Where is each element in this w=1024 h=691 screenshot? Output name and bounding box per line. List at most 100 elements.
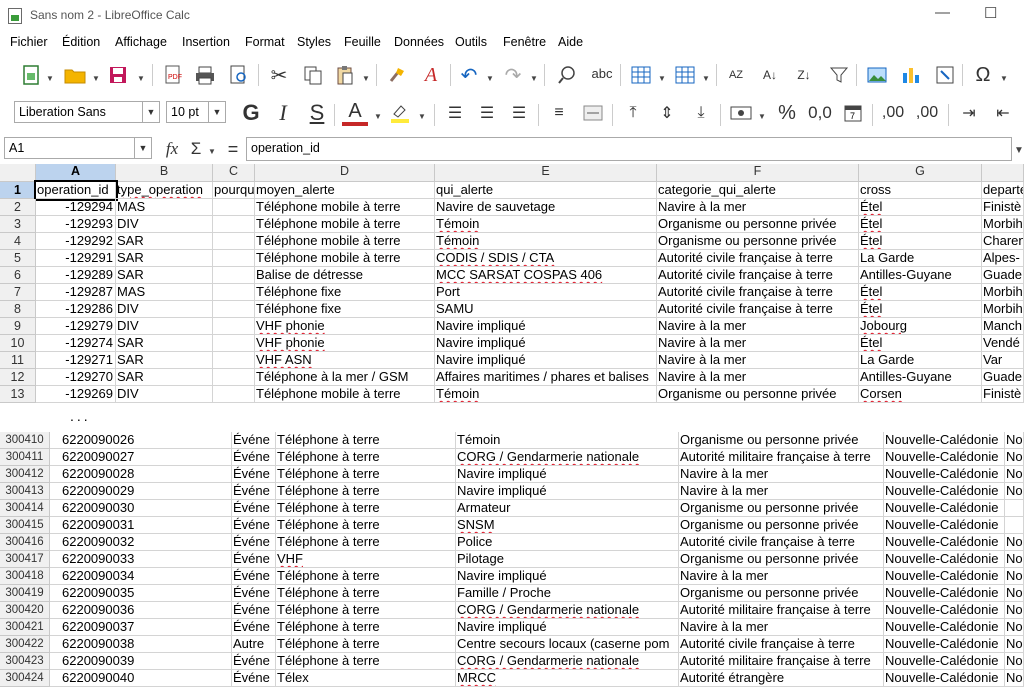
menu-donnees[interactable]: Données: [394, 35, 444, 49]
align-middle-icon[interactable]: ⇕: [654, 100, 680, 126]
row-header[interactable]: 6: [0, 267, 36, 284]
spreadsheet-grid-bottom[interactable]: 300410 6220090026 Événe Téléphone à terre Té…: [0, 432, 1024, 691]
cell-g300411[interactable]: Nouvelle-Calédonie: [884, 449, 1005, 466]
cell-d300420[interactable]: Téléphone à terre: [276, 602, 456, 619]
print-icon[interactable]: [192, 62, 218, 88]
cell-d300412[interactable]: Téléphone à terre: [276, 466, 456, 483]
cell-e300416[interactable]: Police: [456, 534, 679, 551]
cell-f4[interactable]: Organisme ou personne privée: [657, 233, 859, 250]
chart-icon[interactable]: [898, 62, 924, 88]
cell-a4[interactable]: -129292: [36, 233, 116, 250]
cell-d5[interactable]: Téléphone mobile à terre: [255, 250, 435, 267]
chevron-down-icon[interactable]: ▼: [137, 74, 145, 83]
sort-icon[interactable]: AZ: [722, 62, 750, 88]
cell-f300422[interactable]: Autorité civile française à terre: [679, 636, 884, 653]
align-right-icon[interactable]: ☰: [506, 100, 532, 126]
font-name-box[interactable]: Liberation Sans ▼: [14, 101, 160, 123]
chevron-down-icon[interactable]: ▼: [530, 74, 538, 83]
cell-a300411[interactable]: 6220090027: [50, 449, 232, 466]
cell-e11[interactable]: Navire impliqué: [435, 352, 657, 369]
cell-e300421[interactable]: Navire impliqué: [456, 619, 679, 636]
cell-g300414[interactable]: Nouvelle-Calédonie: [884, 500, 1005, 517]
cell-a12[interactable]: -129270: [36, 369, 116, 386]
row-header[interactable]: 10: [0, 335, 36, 352]
cell-e8[interactable]: SAMU: [435, 301, 657, 318]
cell-d10[interactable]: VHF phonie: [255, 335, 435, 352]
cell-c12[interactable]: [213, 369, 255, 386]
chevron-down-icon[interactable]: ▼: [486, 74, 494, 83]
image-icon[interactable]: [864, 62, 890, 88]
cell-g9[interactable]: Jobourg: [859, 318, 982, 335]
row-icon[interactable]: [628, 62, 654, 88]
cell-f300419[interactable]: Organisme ou personne privée: [679, 585, 884, 602]
cell-g300416[interactable]: Nouvelle-Calédonie: [884, 534, 1005, 551]
cell-d300414[interactable]: Téléphone à terre: [276, 500, 456, 517]
cell-c3[interactable]: [213, 216, 255, 233]
cell-h3[interactable]: Morbih: [982, 216, 1024, 233]
row-header[interactable]: 300421: [0, 619, 50, 636]
cell-h300417[interactable]: No: [1005, 551, 1024, 568]
formula-input[interactable]: operation_id: [246, 137, 1012, 161]
cell-f13[interactable]: Organisme ou personne privée: [657, 386, 859, 403]
row-header[interactable]: 13: [0, 386, 36, 403]
cell-a300418[interactable]: 6220090034: [50, 568, 232, 585]
row-header[interactable]: 300420: [0, 602, 50, 619]
cell-e300415[interactable]: SNSM: [456, 517, 679, 534]
cell-d300423[interactable]: Téléphone à terre: [276, 653, 456, 670]
cell-h300416[interactable]: No: [1005, 534, 1024, 551]
cell-h300415[interactable]: [1005, 517, 1024, 534]
chevron-down-icon[interactable]: ▼: [1000, 74, 1008, 83]
cell-g300422[interactable]: Nouvelle-Calédonie: [884, 636, 1005, 653]
cell-d300411[interactable]: Téléphone à terre: [276, 449, 456, 466]
cell-a1[interactable]: operation_id: [34, 180, 118, 201]
redo-icon[interactable]: ↷: [500, 62, 526, 88]
cell-e12[interactable]: Affaires maritimes / phares et balises: [435, 369, 657, 386]
cell-d300419[interactable]: Téléphone à terre: [276, 585, 456, 602]
cell-e300420[interactable]: CORG / Gendarmerie nationale: [456, 602, 679, 619]
cell-c5[interactable]: [213, 250, 255, 267]
cell-h300410[interactable]: No: [1005, 432, 1024, 449]
column-header-c[interactable]: C: [213, 164, 255, 182]
cell-f5[interactable]: Autorité civile française à terre: [657, 250, 859, 267]
row-header[interactable]: 8: [0, 301, 36, 318]
cell-g12[interactable]: Antilles-Guyane: [859, 369, 982, 386]
cell-b10[interactable]: SAR: [116, 335, 213, 352]
cell-a300412[interactable]: 6220090028: [50, 466, 232, 483]
cell-c10[interactable]: [213, 335, 255, 352]
cell-c300415[interactable]: Événe: [232, 517, 276, 534]
cell-c8[interactable]: [213, 301, 255, 318]
cell-a300420[interactable]: 6220090036: [50, 602, 232, 619]
row-header[interactable]: 7: [0, 284, 36, 301]
cell-e7[interactable]: Port: [435, 284, 657, 301]
cell-g300421[interactable]: Nouvelle-Calédonie: [884, 619, 1005, 636]
cell-d300422[interactable]: Téléphone à terre: [276, 636, 456, 653]
cell-c9[interactable]: [213, 318, 255, 335]
cell-d300424[interactable]: Télex: [276, 670, 456, 687]
menu-aide[interactable]: Aide: [558, 35, 583, 49]
font-size-box[interactable]: 10 pt ▼: [166, 101, 226, 123]
cell-b13[interactable]: DIV: [116, 386, 213, 403]
cell-h5[interactable]: Alpes-: [982, 250, 1024, 267]
cell-d11[interactable]: VHF ASN: [255, 352, 435, 369]
cell-h300420[interactable]: No: [1005, 602, 1024, 619]
row-header[interactable]: 300422: [0, 636, 50, 653]
cell-a3[interactable]: -129293: [36, 216, 116, 233]
cell-d300415[interactable]: Téléphone à terre: [276, 517, 456, 534]
cell-f300424[interactable]: Autorité étrangère: [679, 670, 884, 687]
cell-h4[interactable]: Charen: [982, 233, 1024, 250]
align-left-icon[interactable]: ☰: [442, 100, 468, 126]
cell-g4[interactable]: Étel: [859, 233, 982, 250]
cell-d6[interactable]: Balise de détresse: [255, 267, 435, 284]
row-header[interactable]: 9: [0, 318, 36, 335]
cell-e9[interactable]: Navire impliqué: [435, 318, 657, 335]
clear-format-icon[interactable]: A: [418, 62, 444, 88]
cell-a6[interactable]: -129289: [36, 267, 116, 284]
add-decimal-button[interactable]: ,00: [878, 100, 908, 126]
row-header[interactable]: 300416: [0, 534, 50, 551]
new-doc-icon[interactable]: [18, 62, 44, 88]
currency-icon[interactable]: [728, 100, 754, 126]
cell-d300418[interactable]: Téléphone à terre: [276, 568, 456, 585]
cell-d1[interactable]: moyen_alerte: [255, 182, 435, 199]
cell-c300412[interactable]: Événe: [232, 466, 276, 483]
cell-e300413[interactable]: Navire impliqué: [456, 483, 679, 500]
